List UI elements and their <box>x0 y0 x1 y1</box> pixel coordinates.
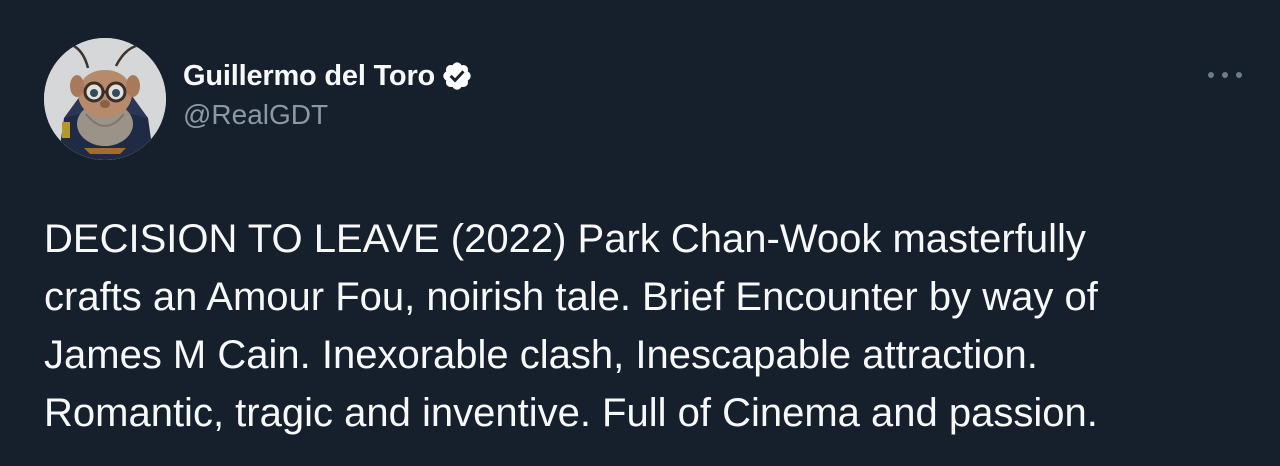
more-dot <box>1236 72 1242 78</box>
tweet-text-line: DECISION TO LEAVE (2022) Park Chan-Wook … <box>44 217 1086 261</box>
tweet-text-line: crafts an Amour Fou, noirish tale. Brief… <box>44 275 1098 319</box>
more-options-icon[interactable] <box>1208 64 1242 86</box>
verified-badge-icon <box>441 60 473 92</box>
author-handle[interactable]: @RealGDT <box>183 99 328 131</box>
more-dot <box>1222 72 1228 78</box>
tweet-text-line: James M Cain. Inexorable clash, Inescapa… <box>44 333 1038 377</box>
display-name[interactable]: Guillermo del Toro <box>183 60 435 93</box>
tweet-text-line: Romantic, tragic and inventive. Full of … <box>44 391 1098 435</box>
tweet-card: Guillermo del Toro @RealGDT DECISION TO … <box>0 0 1280 466</box>
author-name-row: Guillermo del Toro <box>183 56 473 96</box>
puppet-avatar-image <box>44 38 166 160</box>
tweet-text: DECISION TO LEAVE (2022) Park Chan-Wook … <box>44 210 1254 442</box>
avatar[interactable] <box>44 38 166 160</box>
more-dot <box>1208 72 1214 78</box>
